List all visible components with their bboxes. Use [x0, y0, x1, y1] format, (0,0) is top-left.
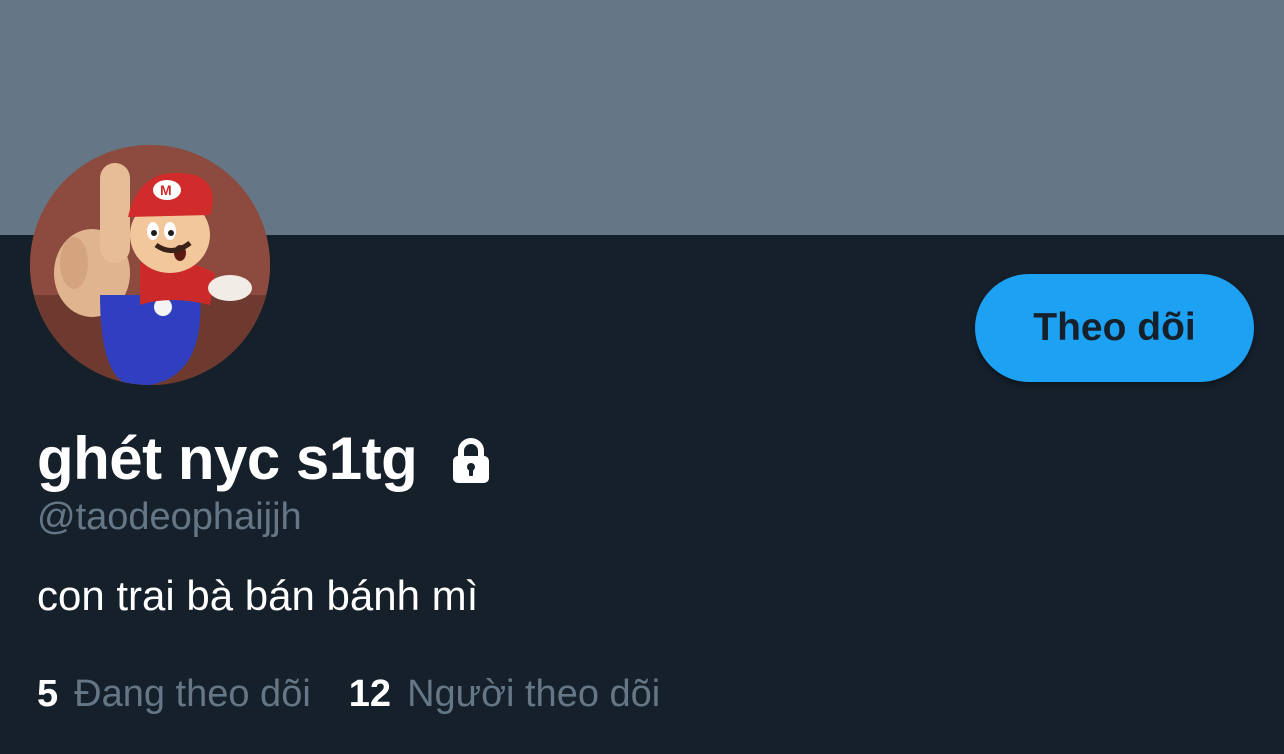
- mario-avatar-image: M: [30, 145, 270, 385]
- user-handle: @taodeophaijjh: [37, 496, 302, 538]
- followers-stat[interactable]: 12 Người theo dõi: [349, 673, 660, 716]
- profile-bio: con trai bà bán bánh mì: [37, 572, 479, 619]
- avatar[interactable]: M: [30, 145, 270, 385]
- following-label: Đang theo dõi: [74, 673, 311, 715]
- profile-stats: 5 Đang theo dõi 12 Người theo dõi: [37, 673, 698, 716]
- lock-icon: [447, 437, 495, 485]
- display-name: ghét nyc s1tg: [37, 424, 418, 492]
- following-count: 5: [37, 673, 59, 715]
- following-stat[interactable]: 5 Đang theo dõi: [37, 673, 311, 716]
- svg-text:M: M: [160, 182, 172, 198]
- follow-button[interactable]: Theo dõi: [975, 274, 1254, 382]
- followers-label: Người theo dõi: [407, 673, 661, 715]
- followers-count: 12: [348, 673, 392, 715]
- name-row: ghét nyc s1tg: [37, 418, 495, 498]
